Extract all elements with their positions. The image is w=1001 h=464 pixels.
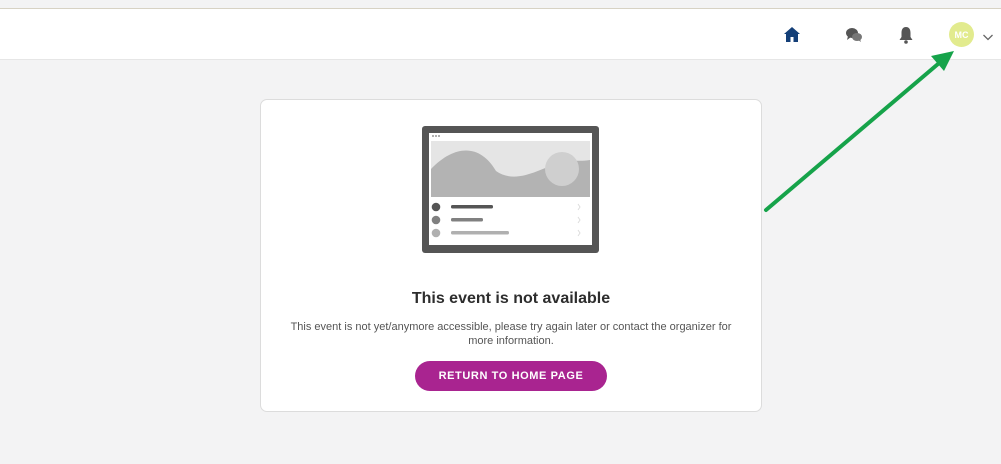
top-header-bar: MC: [0, 9, 1001, 60]
chat-bubbles-icon[interactable]: [843, 24, 865, 46]
unavailable-title: This event is not available: [411, 290, 611, 307]
chevron-down-icon[interactable]: [982, 29, 994, 41]
event-placeholder-illustration: [422, 126, 599, 253]
return-home-button[interactable]: RETURN TO HOME PAGE: [415, 361, 607, 391]
unavailable-description: This event is not yet/anymore accessible…: [290, 321, 732, 347]
home-icon[interactable]: [781, 24, 803, 46]
bell-icon[interactable]: [895, 24, 917, 46]
avatar-initials: MC: [954, 29, 969, 40]
event-unavailable-card: This event is not available This event i…: [260, 99, 762, 412]
user-avatar[interactable]: MC: [949, 22, 974, 47]
